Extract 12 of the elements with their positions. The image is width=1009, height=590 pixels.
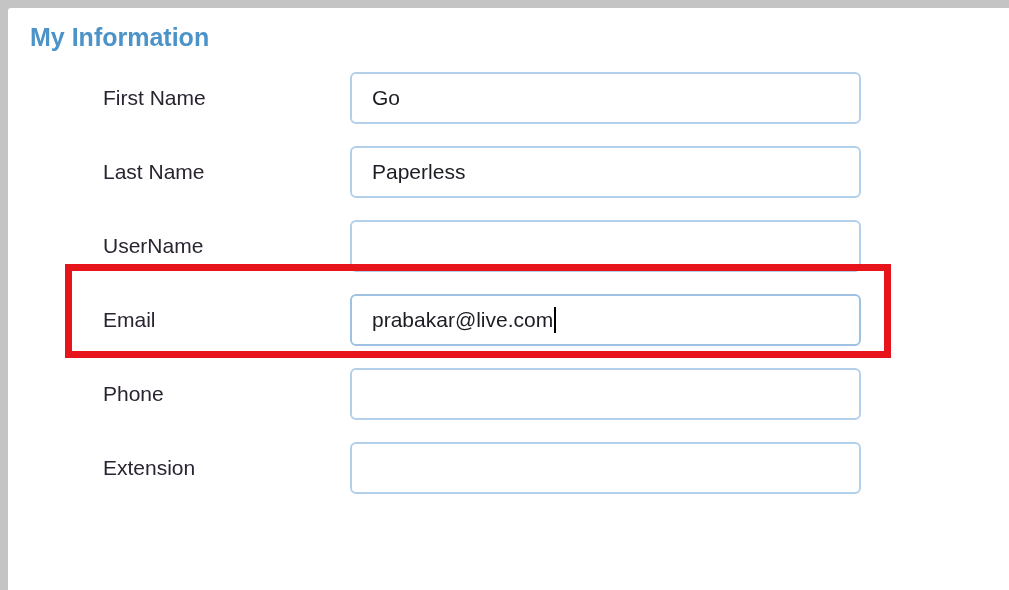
field-label: Extension xyxy=(103,455,197,482)
input-field[interactable]: Go xyxy=(350,72,861,124)
field-label: First Name xyxy=(103,85,207,112)
field-label: UserName xyxy=(103,233,205,260)
input-field[interactable] xyxy=(350,442,861,494)
field-label: Phone xyxy=(103,381,165,408)
input-field[interactable] xyxy=(350,368,861,420)
section-title: My Information xyxy=(30,23,210,51)
input-field[interactable]: Paperless xyxy=(350,146,861,198)
field-label: Email xyxy=(103,307,157,334)
field-label: Last Name xyxy=(103,159,206,186)
input-field[interactable]: prabakar@live.com xyxy=(350,294,861,346)
